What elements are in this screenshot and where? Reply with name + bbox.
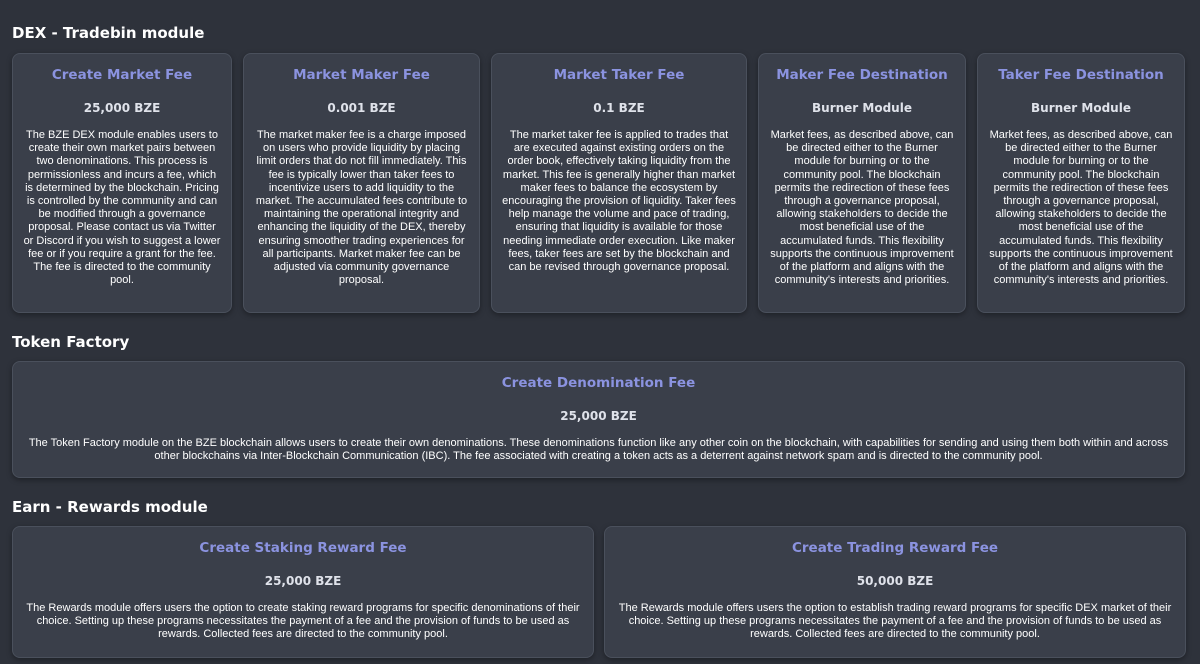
card-description: The Rewards module offers users the opti…: [26, 602, 580, 641]
card-title: Market Taker Fee: [553, 67, 685, 83]
card-description: The Rewards module offers users the opti…: [618, 602, 1172, 641]
card-value: 25,000 BZE: [83, 101, 161, 115]
card-title: Create Market Fee: [51, 67, 193, 83]
card-description: Market fees, as described above, can be …: [770, 129, 954, 287]
card-value: 0.1 BZE: [593, 101, 645, 115]
card-description: The BZE DEX module enables users to crea…: [23, 129, 221, 287]
card-description: The market maker fee is a charge imposed…: [255, 129, 468, 287]
card-value: 25,000 BZE: [264, 574, 342, 588]
card-title: Create Staking Reward Fee: [199, 540, 407, 556]
fee-card-market-maker: Market Maker Fee 0.001 BZE The market ma…: [243, 53, 480, 313]
card-title: Create Trading Reward Fee: [791, 540, 999, 556]
section-title-dex: DEX - Tradebin module: [12, 24, 205, 42]
card-description: The Token Factory module on the BZE bloc…: [28, 437, 1169, 463]
card-value: 50,000 BZE: [856, 574, 934, 588]
fee-card-create-denomination: Create Denomination Fee 25,000 BZE The T…: [12, 361, 1185, 478]
card-title: Market Maker Fee: [293, 67, 430, 83]
card-description: Market fees, as described above, can be …: [989, 129, 1173, 287]
card-value: 0.001 BZE: [327, 101, 396, 115]
card-value: 25,000 BZE: [560, 409, 637, 423]
card-title: Taker Fee Destination: [998, 67, 1164, 83]
card-title: Create Denomination Fee: [501, 375, 696, 391]
fee-card-taker-destination: Taker Fee Destination Burner Module Mark…: [977, 53, 1185, 313]
card-title: Maker Fee Destination: [776, 67, 948, 83]
fee-card-create-market: Create Market Fee 25,000 BZE The BZE DEX…: [12, 53, 232, 313]
card-value: Burner Module: [1031, 101, 1131, 115]
section-title-earn: Earn - Rewards module: [12, 498, 208, 516]
fee-card-staking-reward: Create Staking Reward Fee 25,000 BZE The…: [12, 526, 594, 658]
fee-card-market-taker: Market Taker Fee 0.1 BZE The market take…: [491, 53, 747, 313]
fee-card-trading-reward: Create Trading Reward Fee 50,000 BZE The…: [604, 526, 1186, 658]
card-description: The market taker fee is applied to trade…: [502, 129, 736, 274]
card-value: Burner Module: [812, 101, 912, 115]
fees-page: DEX - Tradebin module Create Market Fee …: [0, 0, 1200, 664]
section-title-token-factory: Token Factory: [12, 333, 130, 351]
fee-card-maker-destination: Maker Fee Destination Burner Module Mark…: [758, 53, 966, 313]
